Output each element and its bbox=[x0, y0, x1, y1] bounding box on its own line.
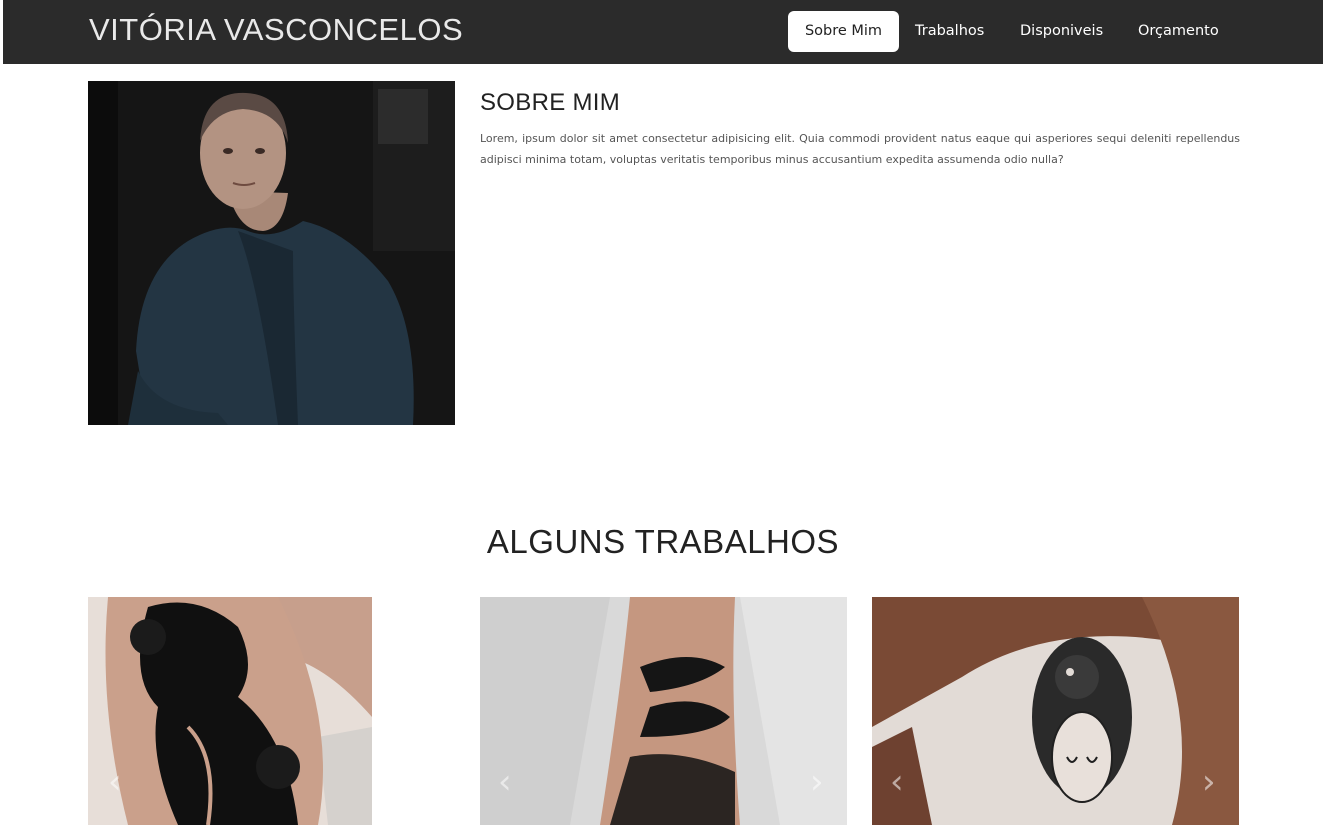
nav-sobre-mim[interactable]: Sobre Mim bbox=[788, 11, 899, 52]
brand-logo[interactable]: VITÓRIA VASCONCELOS bbox=[89, 12, 463, 48]
nav-disponiveis[interactable]: Disponiveis bbox=[1020, 11, 1103, 52]
top-navbar: VITÓRIA VASCONCELOS Sobre Mim Trabalhos … bbox=[3, 0, 1323, 64]
nav-orcamento[interactable]: Orçamento bbox=[1138, 11, 1219, 52]
work-image-tribal[interactable] bbox=[480, 597, 847, 825]
work-image-panther[interactable] bbox=[88, 597, 372, 825]
artist-portrait bbox=[88, 81, 455, 425]
carousel-prev-icon-3[interactable]: ‹ bbox=[890, 765, 904, 799]
about-title: SOBRE MIM bbox=[480, 89, 621, 116]
works-title: ALGUNS TRABALHOS bbox=[486, 523, 840, 560]
work-image-bird[interactable] bbox=[872, 597, 1239, 825]
carousel-prev-icon-1[interactable]: ‹ bbox=[108, 765, 122, 799]
about-text: Lorem, ipsum dolor sit amet consectetur … bbox=[480, 132, 1240, 166]
nav-trabalhos[interactable]: Trabalhos bbox=[915, 11, 984, 52]
carousel-next-icon-3[interactable]: › bbox=[1202, 765, 1216, 799]
carousel-prev-icon-2[interactable]: ‹ bbox=[498, 765, 512, 799]
carousel-next-icon-2[interactable]: › bbox=[810, 765, 824, 799]
